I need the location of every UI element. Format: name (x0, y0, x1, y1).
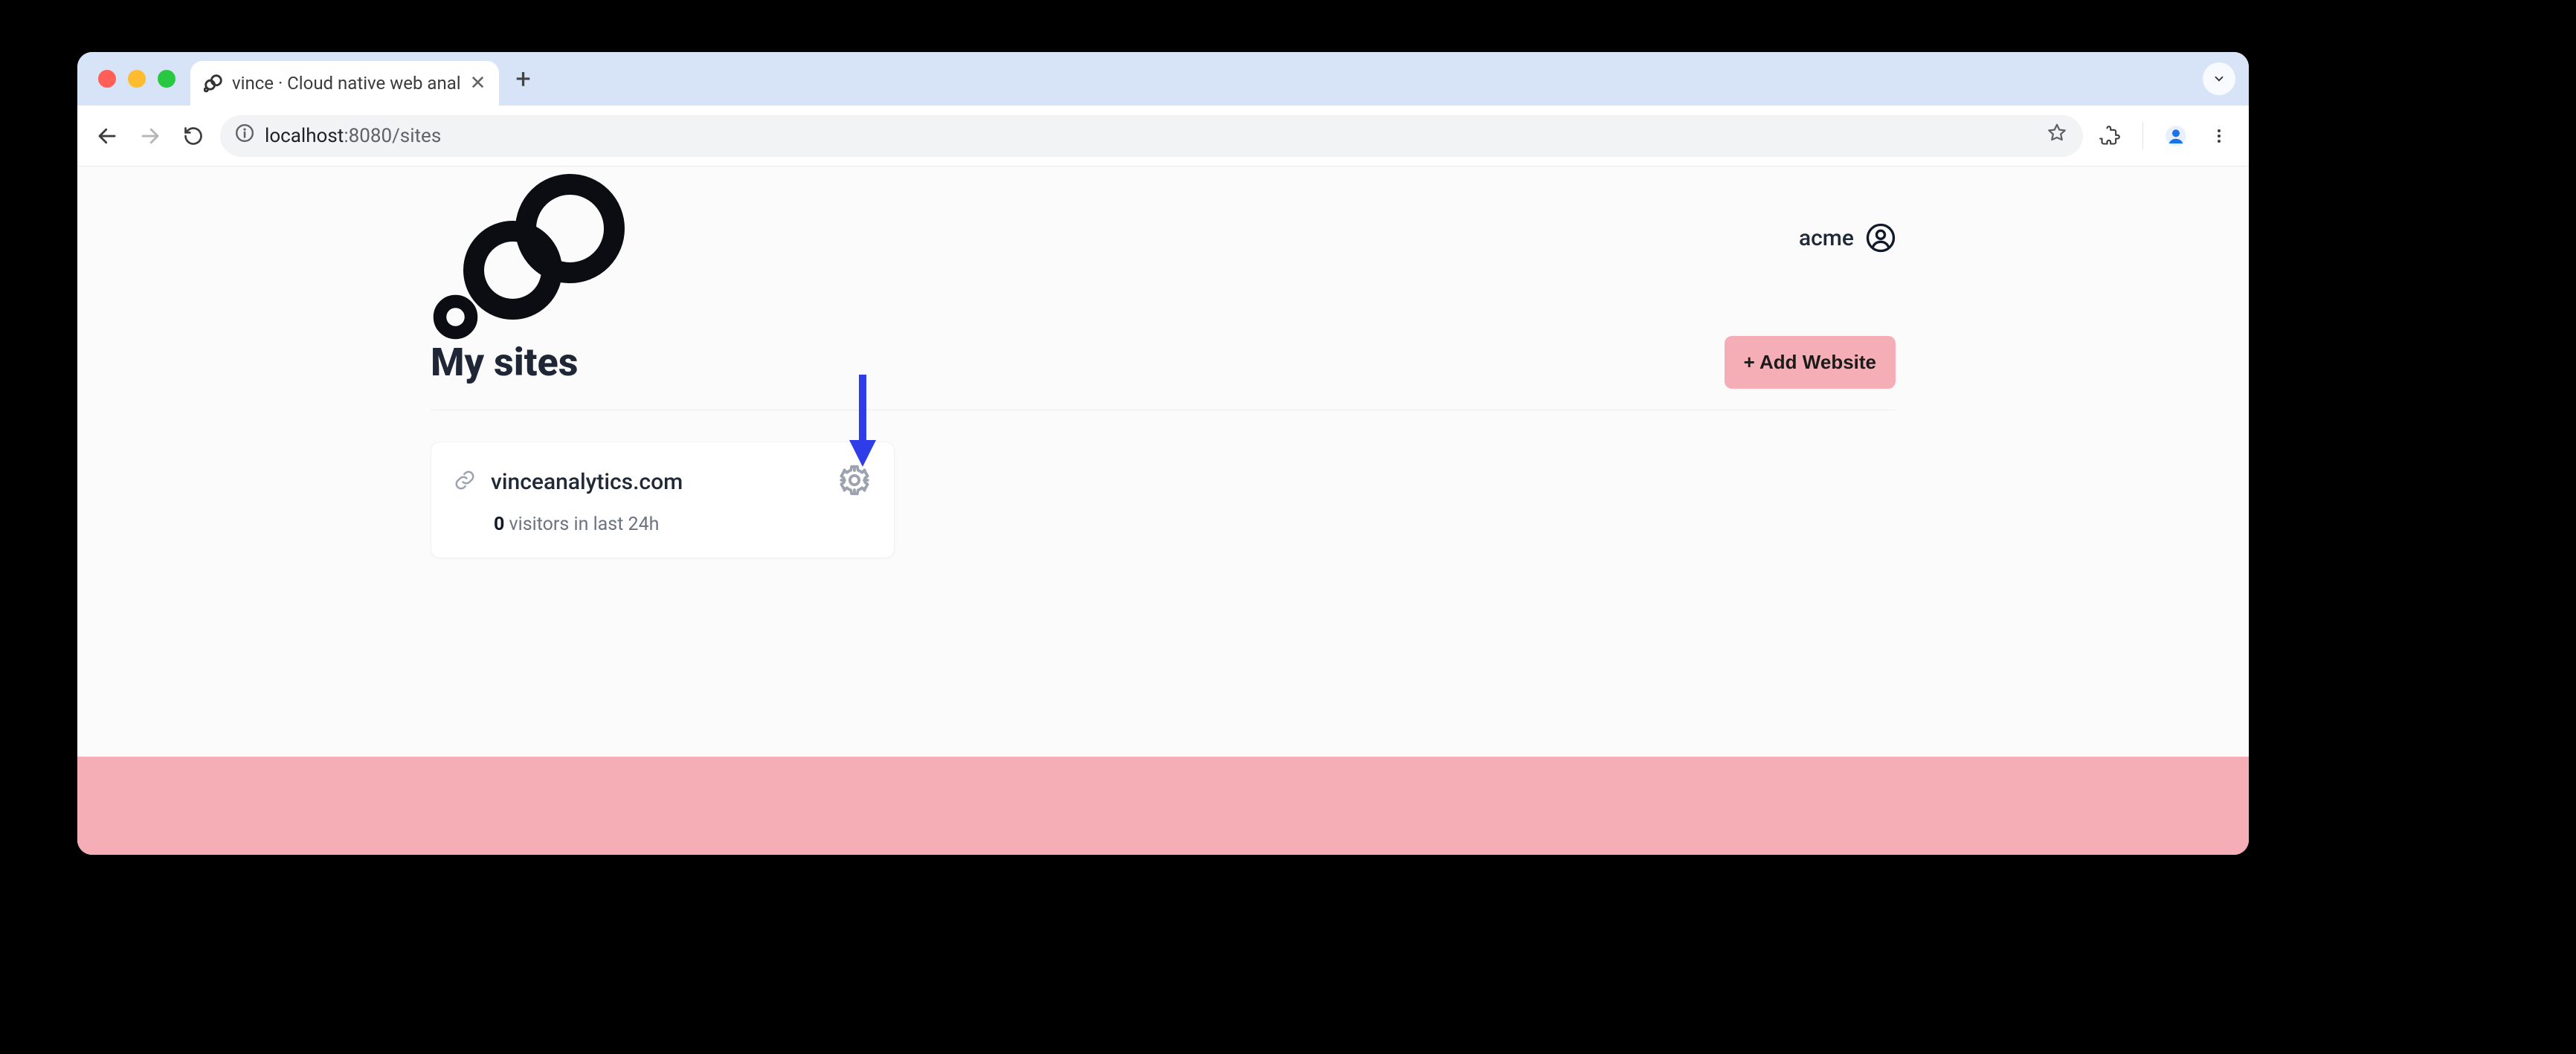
add-website-button[interactable]: + Add Website (1725, 336, 1896, 389)
tab-title: vince · Cloud native web anal (232, 73, 461, 94)
browser-toolbar: localhost:8080/sites (77, 106, 2249, 166)
new-tab-button[interactable]: + (499, 65, 547, 92)
nav-back-button[interactable] (91, 120, 123, 152)
browser-window: vince · Cloud native web anal ✕ + localh… (77, 52, 2249, 855)
site-domain: vinceanalytics.com (491, 469, 822, 495)
kebab-menu-icon (2210, 127, 2228, 145)
account-menu[interactable]: acme (1799, 223, 1896, 253)
puzzle-icon (2099, 126, 2120, 146)
tab-favicon-icon (204, 74, 223, 93)
site-card[interactable]: vinceanalytics.com 0 visitors in last 24… (431, 442, 895, 558)
address-bar[interactable]: localhost:8080/sites (220, 115, 2083, 157)
profile-button[interactable] (2160, 120, 2192, 152)
arrow-left-icon (96, 125, 118, 147)
arrow-right-icon (139, 125, 161, 147)
app-logo-icon[interactable] (432, 174, 640, 330)
site-info-icon[interactable] (235, 123, 254, 148)
refresh-icon (183, 126, 204, 146)
chevron-down-icon (2212, 72, 2226, 85)
account-name: acme (1799, 225, 1854, 251)
gear-icon (837, 463, 872, 497)
page-content: acme My sites + Add Website (77, 166, 2249, 855)
browser-tab[interactable]: vince · Cloud native web anal ✕ (190, 61, 499, 106)
bookmark-star-button[interactable] (2046, 122, 2068, 150)
tabs-dropdown-button[interactable] (2203, 62, 2235, 95)
user-circle-icon (1866, 223, 1896, 253)
link-icon (454, 469, 476, 494)
window-maximize-button[interactable] (158, 70, 176, 88)
reload-button[interactable] (177, 120, 210, 152)
window-close-button[interactable] (98, 70, 116, 88)
extensions-button[interactable] (2093, 120, 2126, 152)
url-text: localhost:8080/sites (265, 125, 2035, 147)
page-footer (77, 757, 2249, 855)
star-icon (2046, 122, 2068, 144)
window-controls (83, 70, 190, 88)
window-minimize-button[interactable] (128, 70, 146, 88)
site-settings-button[interactable] (837, 463, 872, 500)
tab-close-button[interactable]: ✕ (470, 74, 486, 93)
nav-forward-button[interactable] (134, 120, 167, 152)
tab-bar: vince · Cloud native web anal ✕ + (77, 52, 2249, 106)
page-title: My sites (431, 340, 578, 385)
site-visitors-text: 0 visitors in last 24h (494, 514, 872, 535)
profile-avatar-icon (2165, 125, 2187, 147)
browser-menu-button[interactable] (2203, 120, 2235, 152)
